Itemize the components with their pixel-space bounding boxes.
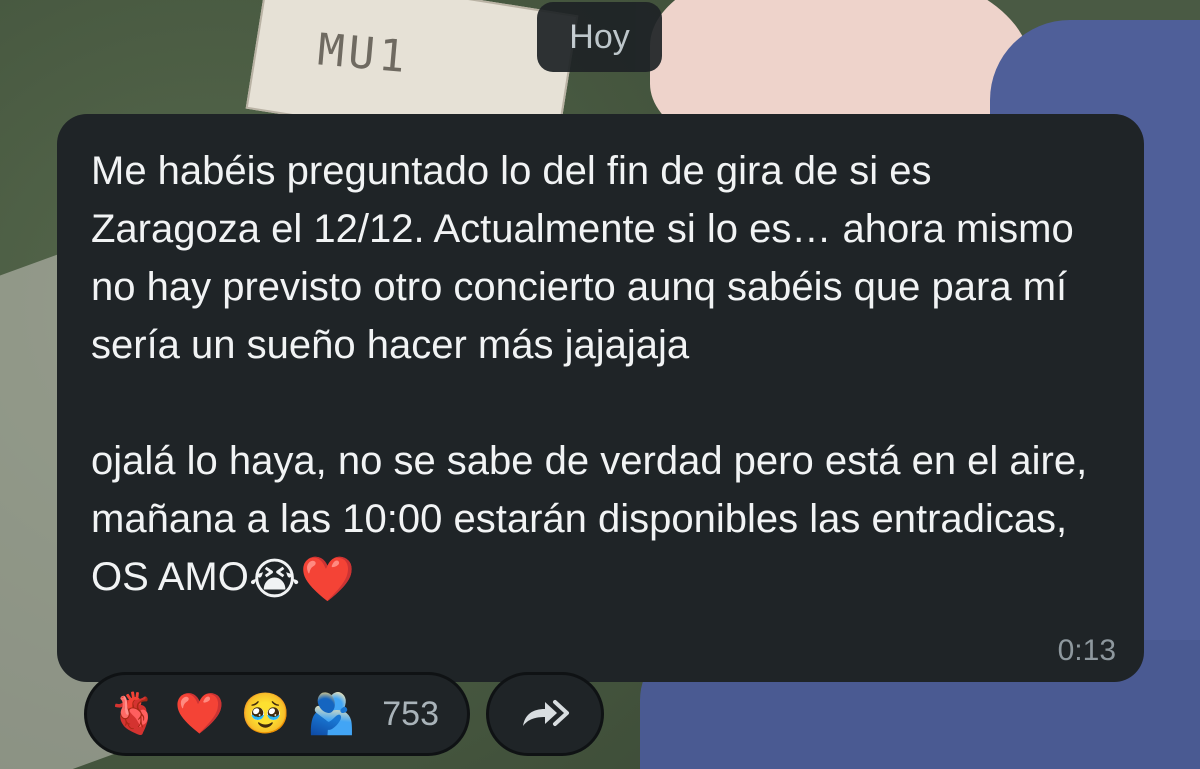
message-timestamp: 0:13 bbox=[1057, 634, 1116, 667]
holding-back-tears-icon[interactable]: 🥹 bbox=[241, 694, 291, 734]
message-paragraph-text: ojalá lo haya, no se sabe de verdad pero… bbox=[91, 439, 1088, 599]
share-button[interactable] bbox=[486, 672, 604, 756]
anatomical-heart-icon[interactable]: 🫀 bbox=[109, 694, 159, 734]
reactions-bar[interactable]: 🫀 ❤️ 🥹 🫂 753 bbox=[84, 672, 470, 756]
reactions-count: 753 bbox=[382, 694, 439, 733]
wallpaper-paper-text: MU1 bbox=[315, 24, 412, 84]
message-emojis: 😭❤️ bbox=[248, 555, 356, 604]
message-text: Me habéis preguntado lo del fin de gira … bbox=[91, 142, 1110, 609]
message-bubble[interactable]: Me habéis preguntado lo del fin de gira … bbox=[57, 114, 1144, 682]
red-heart-icon[interactable]: ❤️ bbox=[175, 694, 225, 734]
message-paragraph: Me habéis preguntado lo del fin de gira … bbox=[91, 149, 1074, 367]
forward-arrow-icon bbox=[523, 700, 569, 726]
message-paragraph: ojalá lo haya, no se sabe de verdad pero… bbox=[91, 432, 1110, 609]
people-hugging-icon[interactable]: 🫂 bbox=[306, 694, 356, 734]
date-header: Hoy bbox=[537, 2, 662, 72]
